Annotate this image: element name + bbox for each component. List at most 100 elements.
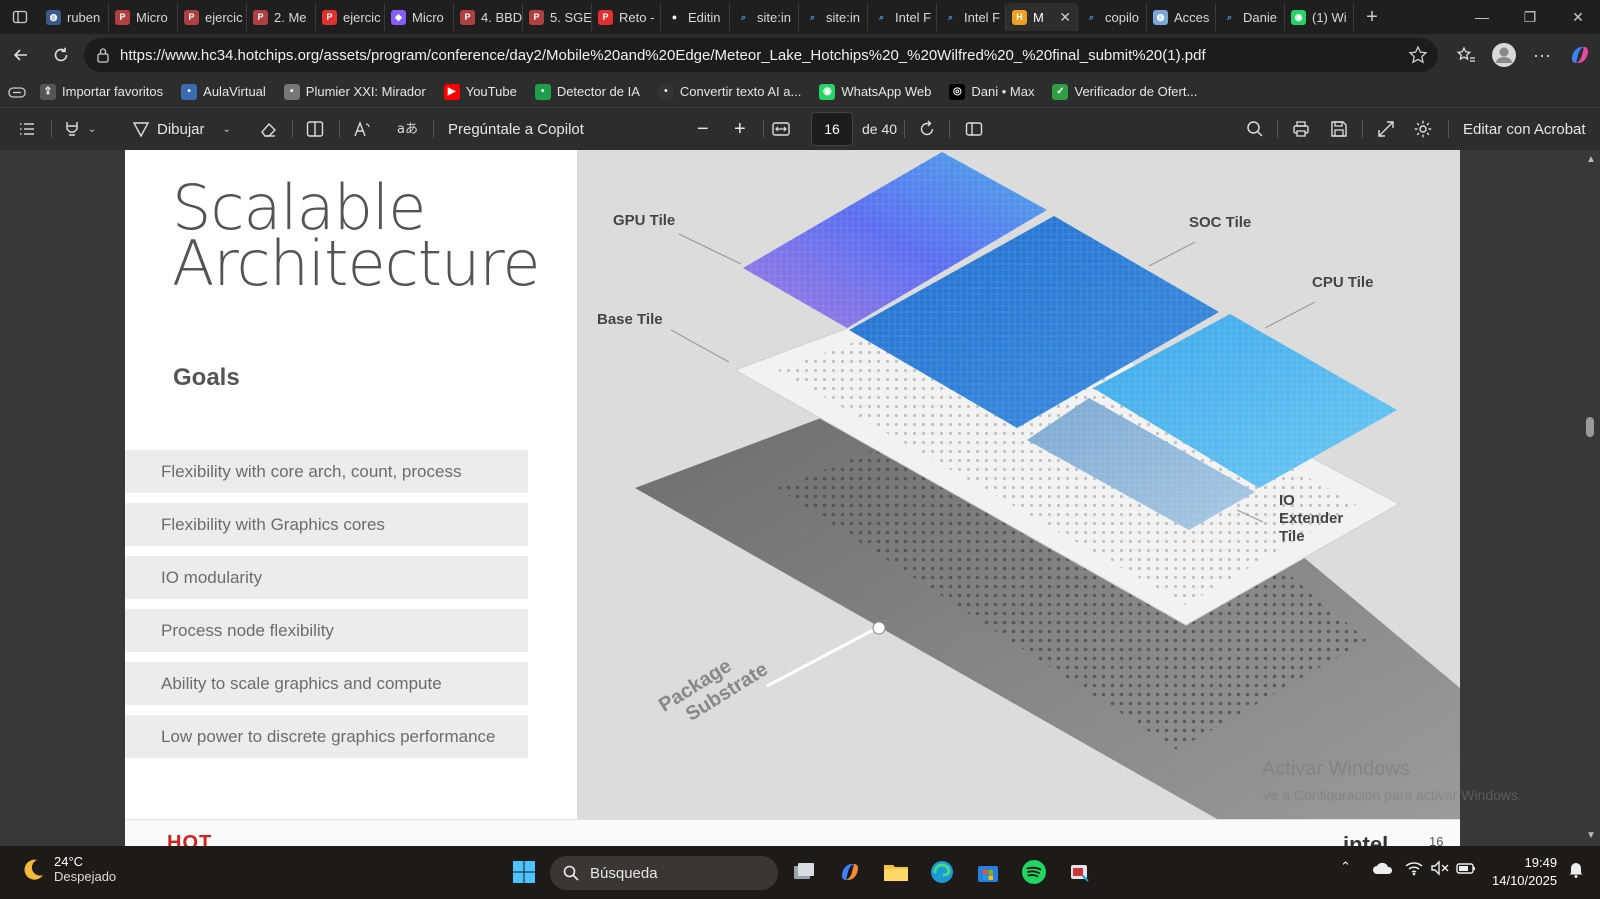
notifications-button[interactable]	[1568, 860, 1584, 881]
battery-button[interactable]	[1456, 860, 1476, 879]
browser-tab[interactable]: ◆ Micro	[385, 3, 454, 31]
favorite-link[interactable]: ◎ Dani • Max	[949, 83, 1035, 100]
check-icon: ✓	[1052, 83, 1069, 100]
favorite-link[interactable]: • Plumier XXI: Mirador	[283, 83, 426, 100]
translate-button[interactable]: aあ	[396, 116, 418, 142]
onedrive-button[interactable]	[1372, 860, 1394, 879]
profile-button[interactable]	[1486, 34, 1522, 76]
browser-tab[interactable]: ◉ (1) Wi	[1285, 3, 1354, 31]
copilot-taskbar-button[interactable]	[834, 856, 866, 888]
print-button[interactable]	[1291, 116, 1311, 142]
browser-tab[interactable]: P 4. BBD	[454, 3, 523, 31]
start-button[interactable]	[508, 856, 540, 888]
page-number-input[interactable]: 16	[811, 112, 853, 146]
browser-tab[interactable]: ⌕ copilo	[1078, 3, 1147, 31]
browser-tab[interactable]: ◍ Acces	[1147, 3, 1216, 31]
read-aloud-button[interactable]	[352, 116, 372, 142]
draw-button[interactable]: Dibujar ⌄	[131, 116, 231, 142]
favorites-button[interactable]	[1448, 34, 1484, 76]
browser-tab[interactable]: ⌕ site:in	[799, 3, 868, 31]
browser-tab[interactable]: Pejercic	[178, 3, 247, 31]
restore-button[interactable]: ❐	[1506, 0, 1554, 34]
browser-tab[interactable]: P 2. Me	[247, 3, 316, 31]
chevron-down-icon: ⌄	[88, 123, 97, 135]
highlight-button[interactable]: ⌄	[62, 116, 96, 142]
edit-with-acrobat-button[interactable]: Editar con Acrobat	[1463, 116, 1586, 142]
browser-tab[interactable]: Pejercic	[316, 3, 385, 31]
copilot-button[interactable]	[1562, 34, 1598, 76]
new-tab-button[interactable]: +	[1354, 6, 1390, 29]
favorite-link[interactable]: • AulaVirtual	[181, 83, 266, 100]
highlighter-icon	[66, 122, 78, 136]
scrollbar-thumb[interactable]	[1586, 417, 1594, 437]
erase-button[interactable]	[258, 116, 278, 142]
taskbar-search-input[interactable]: Búsqueda	[550, 856, 778, 890]
rotate-button[interactable]	[917, 116, 937, 142]
toolbar-separator	[51, 120, 52, 138]
close-window-button[interactable]: ✕	[1554, 0, 1600, 34]
weather-widget[interactable]: 24°C Despejado	[20, 854, 116, 884]
fullscreen-button[interactable]	[1376, 116, 1396, 142]
favorite-label: YouTube	[465, 84, 517, 99]
favorite-link[interactable]: • Detector de IA	[534, 83, 640, 100]
search-placeholder: Búsqueda	[590, 864, 658, 882]
favorite-star-icon[interactable]	[1408, 45, 1428, 69]
sidebar-toggle-icon	[12, 10, 28, 24]
settings-more-button[interactable]: ···	[1524, 34, 1560, 76]
contents-button[interactable]	[17, 116, 37, 142]
tab-label: copilo	[1105, 9, 1139, 25]
favorite-link[interactable]: ✓ Verificador de Ofert...	[1052, 83, 1197, 100]
battery-icon	[1456, 863, 1475, 874]
save-button[interactable]	[1329, 116, 1349, 142]
browser-tab[interactable]: ⌕ site:in	[730, 3, 799, 31]
microsoft-store-button[interactable]	[972, 856, 1004, 888]
scroll-down-button[interactable]: ▼	[1586, 830, 1596, 841]
tab-actions-button[interactable]	[0, 0, 40, 34]
favorite-link[interactable]: ▶ YouTube	[443, 83, 517, 100]
url-field[interactable]: https://www.hc34.hotchips.org/assets/pro…	[84, 38, 1438, 72]
add-text-button[interactable]	[305, 116, 325, 142]
spotify-icon	[1022, 860, 1046, 884]
zoom-in-button[interactable]: +	[734, 116, 746, 142]
find-button[interactable]	[1245, 116, 1265, 142]
ask-copilot-button[interactable]: Pregúntale a Copilot	[448, 116, 584, 142]
browser-tab[interactable]: ● Editin	[661, 3, 730, 31]
browser-tab[interactable]: ⌕ Intel F	[937, 3, 1006, 31]
file-explorer-button[interactable]	[880, 856, 912, 888]
scroll-up-button[interactable]: ▲	[1586, 154, 1596, 165]
close-tab-icon[interactable]: ✕	[1059, 9, 1071, 26]
browser-tab[interactable]: ⌕ Danie	[1216, 3, 1285, 31]
task-view-button[interactable]	[788, 856, 820, 888]
browser-tab[interactable]: P Micro	[109, 3, 178, 31]
minimize-button[interactable]: —	[1458, 0, 1506, 34]
browser-tab[interactable]: P 5. SGE	[523, 3, 592, 31]
browser-tab[interactable]: H M ✕	[1006, 3, 1078, 31]
pdf-viewport[interactable]: Scalable Architecture Goals Flexibility …	[0, 150, 1600, 846]
browser-tab[interactable]: P Reto -	[592, 3, 661, 31]
reload-button[interactable]	[42, 36, 80, 74]
zoom-out-button[interactable]: −	[697, 116, 709, 142]
volume-button[interactable]	[1430, 860, 1450, 879]
favorite-label: Dani • Max	[971, 84, 1035, 99]
system-clock[interactable]: 19:49 14/10/2025	[1492, 854, 1557, 890]
spotify-button[interactable]	[1018, 856, 1050, 888]
browser-tab[interactable]: ⌕ Intel F	[868, 3, 937, 31]
page-title: Scalable Architecture	[172, 177, 572, 295]
snipping-tool-button[interactable]	[1064, 856, 1096, 888]
fit-page-button[interactable]	[771, 116, 791, 142]
favorites-collapse-button[interactable]	[8, 85, 26, 99]
favorite-link[interactable]: ⇪ Importar favoritos	[40, 83, 163, 100]
edge-browser-button[interactable]	[926, 856, 958, 888]
back-button[interactable]	[2, 36, 40, 74]
pdf-settings-button[interactable]	[1413, 116, 1433, 142]
browser-tab[interactable]: ◍ ruben	[40, 3, 109, 31]
favorite-link[interactable]: • Convertir texto AI a...	[657, 83, 801, 100]
site-info-icon[interactable]	[96, 47, 110, 67]
favorite-link[interactable]: ◉ WhatsApp Web	[819, 83, 931, 100]
store-icon	[978, 866, 998, 882]
page-view-button[interactable]	[964, 116, 984, 142]
favorite-label: AulaVirtual	[203, 84, 266, 99]
wifi-button[interactable]	[1404, 860, 1424, 879]
show-hidden-icons-button[interactable]: ⌃	[1340, 859, 1351, 875]
tab-label: (1) Wi	[1312, 9, 1347, 25]
